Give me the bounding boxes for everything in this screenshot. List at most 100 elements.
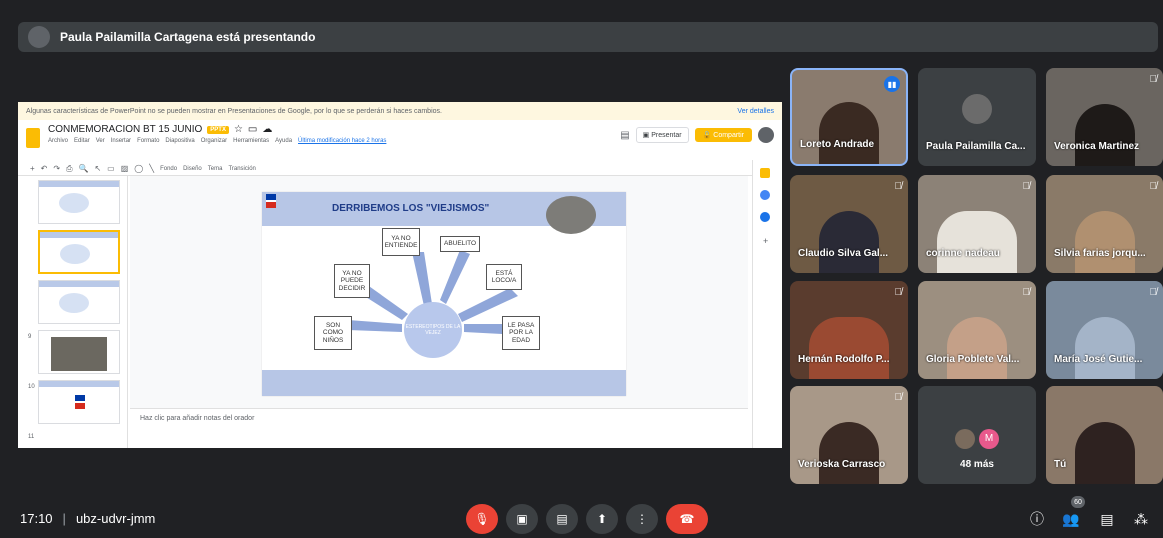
folder-icon[interactable]: ▭ <box>248 124 257 135</box>
textbox-icon[interactable]: ▭ <box>107 164 115 173</box>
doc-menu: Archivo Editar Ver Insertar Formato Diap… <box>48 138 612 144</box>
meeting-time: 17:10 <box>20 511 53 526</box>
participant-name: Gloria Poblete Val... <box>926 354 1020 365</box>
meet-window: Paula Pailamilla Cartagena está presenta… <box>0 0 1163 538</box>
meeting-info: 17:10 | ubz-udvr-jmm <box>20 511 155 526</box>
captions-button[interactable]: ▤ <box>546 504 578 534</box>
meeting-details-button[interactable]: ⓘ <box>1026 508 1048 530</box>
toolbar-item[interactable]: Diseño <box>183 166 202 172</box>
participant-tile[interactable]: 🎙̸ Veronica Martinez <box>1046 68 1163 166</box>
comments-icon[interactable]: ▤ <box>620 130 629 141</box>
hang-up-icon: ☎ <box>679 512 695 526</box>
menu-item[interactable]: Diapositiva <box>165 138 194 144</box>
present-now-button[interactable]: ⬆ <box>586 504 618 534</box>
current-slide: DERRIBEMOS LOS "VIEJISMOS" ESTEREOTIPOS … <box>262 192 626 396</box>
thumb-number: 11 <box>28 434 35 440</box>
chat-button[interactable]: ▤ <box>1096 508 1118 530</box>
participant-tile[interactable]: 🎙̸ Verioska Carrasco <box>790 386 908 484</box>
meeting-code[interactable]: ubz-udvr-jmm <box>76 511 155 526</box>
box-ya-no-entiende: YA NO ENTIENDE <box>382 228 420 256</box>
zoom-icon[interactable]: 🔍 <box>78 164 88 173</box>
last-edit-link[interactable]: Última modificación hace 2 horas <box>298 138 386 144</box>
mic-off-icon: 🎙 <box>474 512 490 526</box>
new-slide-icon[interactable]: + <box>30 164 35 173</box>
more-participants-tile[interactable]: M 48 más <box>918 386 1036 484</box>
line-icon[interactable]: ╲ <box>149 164 154 173</box>
print-icon[interactable]: ⎙ <box>66 164 72 174</box>
thumb-number: 10 <box>28 384 35 390</box>
star-icon[interactable]: ☆ <box>234 124 243 135</box>
box-abuelito: ABUELITO <box>440 236 480 252</box>
participant-tile[interactable]: ▮▮ Loreto Andrade <box>790 68 908 166</box>
presenting-banner: Paula Pailamilla Cartagena está presenta… <box>18 22 1158 52</box>
undo-icon[interactable]: ↶ <box>41 164 48 173</box>
mic-off-icon: 🎙̸ <box>1149 181 1158 192</box>
slide-thumbnail[interactable] <box>38 330 120 374</box>
compat-warning: Algunas características de PowerPoint no… <box>18 102 782 120</box>
tasks-icon[interactable] <box>760 190 770 200</box>
participant-tile[interactable]: 🎙̸ corinne nadeau <box>918 175 1036 273</box>
toolbar-item[interactable]: Tema <box>208 166 223 172</box>
leave-call-button[interactable]: ☎ <box>666 504 708 534</box>
participant-tile[interactable]: 🎙̸ Silvia farias jorqu... <box>1046 175 1163 273</box>
shared-screen[interactable]: Algunas características de PowerPoint no… <box>18 102 782 448</box>
people-icon: 👥 <box>1062 510 1080 527</box>
box-son-como: SON COMO NIÑOS <box>314 316 352 350</box>
keep-icon[interactable] <box>760 168 770 178</box>
slide-thumbnail[interactable] <box>38 280 120 324</box>
slide-filmstrip[interactable]: 9 10 11 <box>28 176 128 448</box>
people-button[interactable]: 👥 <box>1060 508 1082 530</box>
more-options-button[interactable]: ⋮ <box>626 504 658 534</box>
participant-tile[interactable]: 🎙̸ María José Gutie... <box>1046 281 1163 379</box>
participant-tile[interactable]: 🎙̸ Hernán Rodolfo P... <box>790 281 908 379</box>
mic-off-icon: 🎙̸ <box>1022 287 1031 298</box>
menu-item[interactable]: Archivo <box>48 138 68 144</box>
menu-item[interactable]: Herramientas <box>233 138 269 144</box>
mic-toggle-button[interactable]: 🎙 <box>466 504 498 534</box>
center-circle: ESTEREOTIPOS DE LA VEJEZ <box>404 302 462 358</box>
toolbar-item[interactable]: Transición <box>228 166 255 172</box>
participant-tile[interactable]: Paula Pailamilla Ca... <box>918 68 1036 166</box>
mic-off-icon: 🎙̸ <box>894 287 903 298</box>
slide-thumbnail[interactable] <box>38 180 120 224</box>
info-separator: | <box>62 511 66 526</box>
toolbar-item[interactable]: Fondo <box>160 166 177 172</box>
captions-icon: ▤ <box>556 512 568 526</box>
slide-thumbnail[interactable] <box>38 380 120 424</box>
shape-icon[interactable]: ◯ <box>134 164 143 173</box>
menu-item[interactable]: Formato <box>137 138 159 144</box>
warning-link[interactable]: Ver detalles <box>737 108 774 115</box>
self-tile[interactable]: Tú <box>1046 386 1163 484</box>
participant-tile[interactable]: 🎙̸ Claudio Silva Gal... <box>790 175 908 273</box>
menu-item[interactable]: Insertar <box>111 138 131 144</box>
add-icon[interactable]: + <box>763 236 768 246</box>
participant-avatar <box>955 428 975 449</box>
mic-off-icon: 🎙̸ <box>1149 74 1158 85</box>
share-button[interactable]: 🔒 Compartir <box>694 128 752 142</box>
menu-item[interactable]: Editar <box>74 138 90 144</box>
speaker-notes[interactable]: Haz clic para añadir notas del orador <box>130 408 748 448</box>
menu-item[interactable]: Organizar <box>201 138 227 144</box>
activities-button[interactable]: ⁂ <box>1130 508 1152 530</box>
image-icon[interactable]: ▨ <box>121 164 129 173</box>
participant-name: Silvia farias jorqu... <box>1054 248 1146 259</box>
calendar-icon[interactable] <box>760 212 770 222</box>
slide-footer-band <box>262 370 626 396</box>
participant-tile[interactable]: 🎙̸ Gloria Poblete Val... <box>918 281 1036 379</box>
present-button[interactable]: ▣ Presentar <box>635 127 689 143</box>
slide-thumbnail-selected[interactable] <box>38 230 120 274</box>
menu-item[interactable]: Ayuda <box>275 138 292 144</box>
slide-canvas[interactable]: DERRIBEMOS LOS "VIEJISMOS" ESTEREOTIPOS … <box>130 176 748 408</box>
speaking-indicator-icon: ▮▮ <box>884 76 900 92</box>
camera-toggle-button[interactable]: ▣ <box>506 504 538 534</box>
doc-title[interactable]: CONMEMORACION BT 15 JUNIO <box>48 124 202 135</box>
box-le-pasa: LE PASA POR LA EDAD <box>502 316 540 350</box>
select-icon[interactable]: ↖ <box>94 164 101 173</box>
menu-item[interactable]: Ver <box>96 138 105 144</box>
present-icon: ⬆ <box>596 512 608 526</box>
presenter-avatar <box>28 26 50 48</box>
doc-user-avatar[interactable] <box>758 127 774 143</box>
mic-off-icon: 🎙̸ <box>894 392 903 403</box>
redo-icon[interactable]: ↷ <box>53 164 60 173</box>
bottom-bar: 17:10 | ubz-udvr-jmm 🎙 ▣ ▤ ⬆ ⋮ ☎ ⓘ 👥 ▤ ⁂ <box>0 500 1163 538</box>
